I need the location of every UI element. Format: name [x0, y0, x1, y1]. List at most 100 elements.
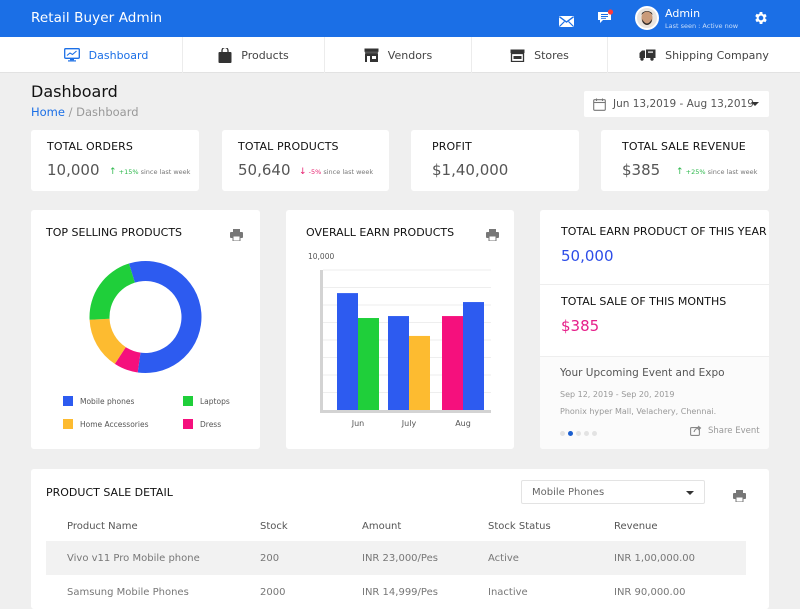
breadcrumb-home-link[interactable]: Home [31, 105, 65, 119]
stat-value: $1,40,000 [432, 161, 509, 179]
column-header[interactable]: Amount [362, 512, 488, 541]
storefront-icon [364, 48, 379, 62]
stat-value: 10,000 [47, 161, 100, 179]
event-location: Phonix hyper Mall, Velachery, Chennai. [560, 407, 717, 416]
stat-value: $385 [622, 161, 661, 179]
nav-vendors[interactable]: Vendors [325, 37, 472, 73]
column-header[interactable]: Stock Status [488, 512, 614, 541]
x-axis-label: July [401, 419, 417, 428]
cell-amount: INR 14,999/Pes [362, 586, 438, 598]
summary-card: TOTAL EARN PRODUCT OF THIS YEAR 50,000 T… [540, 210, 769, 449]
earn-year-label: TOTAL EARN PRODUCT OF THIS YEAR [561, 225, 767, 238]
x-axis [320, 410, 491, 413]
bar-jun-1[interactable] [337, 293, 358, 410]
stat-trend: ↑ +25% since last week [676, 167, 757, 177]
carousel-dot[interactable] [576, 431, 581, 436]
column-header[interactable]: Stock [260, 512, 362, 541]
upcoming-event: Your Upcoming Event and Expo Sep 12, 201… [540, 356, 769, 449]
share-event-button[interactable]: Share Event [690, 425, 760, 436]
product-sale-table: Product Name Stock Amount Stock Status R… [46, 512, 746, 609]
bar-jun-2[interactable] [358, 318, 379, 410]
donut-slice-laptops[interactable] [89, 263, 135, 320]
nav-shipping-label: Shipping Company [665, 48, 769, 62]
chat-icon[interactable] [597, 9, 614, 29]
breadcrumb: Home / Dashboard [31, 105, 139, 119]
carousel-dot[interactable] [592, 431, 597, 436]
event-title: Your Upcoming Event and Expo [560, 367, 725, 379]
bar-aug-2[interactable] [463, 302, 484, 410]
stat-label: TOTAL PRODUCTS [238, 140, 339, 153]
legend-item-home-accessories: Home Accessories [63, 419, 149, 429]
cell-stock: 2000 [260, 586, 286, 598]
legend-label: Dress [200, 419, 222, 429]
print-icon[interactable] [486, 226, 499, 245]
nav-dashboard[interactable]: Dashboard [0, 37, 183, 73]
x-axis-label: Aug [455, 419, 471, 428]
settings-gear-icon[interactable] [753, 10, 769, 30]
bar-july-1[interactable] [388, 316, 409, 410]
date-range-picker[interactable]: Jun 13,2019 - Aug 13,2019 [584, 91, 769, 117]
user-name[interactable]: Admin [665, 7, 700, 20]
legend-item-laptops: Laptops [183, 396, 230, 406]
user-status: Last seen : Active now [665, 22, 739, 30]
bar-aug-1[interactable] [442, 316, 463, 410]
chevron-down-icon [686, 491, 694, 495]
cell-stock-status: Inactive [488, 586, 528, 598]
donut-chart [89, 261, 202, 373]
column-header[interactable]: Product Name [46, 512, 260, 541]
nav-products[interactable]: Products [183, 37, 325, 73]
print-icon[interactable] [230, 226, 243, 245]
nav-dashboard-label: Dashboard [88, 48, 149, 62]
carousel-dot[interactable] [560, 431, 565, 436]
cell-revenue: INR 1,00,000.00 [614, 541, 746, 575]
category-filter-select[interactable]: Mobile Phones [521, 480, 705, 504]
top-selling-card: TOP SELLING PRODUCTS Mobile phones Lapto… [31, 210, 260, 449]
stat-value: 50,640 [238, 161, 291, 179]
sale-month-value: $385 [561, 317, 600, 335]
y-axis [320, 270, 323, 413]
bar-chart: 10,000 Jun July Aug [308, 252, 491, 428]
nav-stores[interactable]: Stores [472, 37, 608, 73]
carousel-dot[interactable] [584, 431, 589, 436]
card-title: TOP SELLING PRODUCTS [46, 226, 183, 239]
stat-card-total-orders: TOTAL ORDERS 10,000 ↑ +15% since last we… [31, 130, 199, 191]
trend-text: since last week [138, 168, 191, 176]
card-title: OVERALL EARN PRODUCTS [306, 226, 455, 239]
trend-text: since last week [321, 168, 374, 176]
sale-month-label: TOTAL SALE OF THIS MONTHS [561, 295, 727, 308]
stat-card-total-sale-revenue: TOTAL SALE REVENUE $385 ↑ +25% since las… [601, 130, 769, 191]
cell-stock: 200 [260, 541, 362, 575]
page-title: Dashboard [31, 82, 118, 101]
y-axis-tick-label: 10,000 [308, 252, 334, 261]
carousel-dot-active[interactable] [568, 431, 573, 436]
arrow-up-icon: ↑ [676, 167, 684, 177]
stat-trend: ↓ -5% since last week [299, 167, 373, 177]
nav-shipping-company[interactable]: Shipping Company [608, 37, 800, 73]
stat-label: TOTAL ORDERS [47, 140, 133, 153]
legend-item-dress: Dress [183, 419, 221, 429]
stat-label: PROFIT [432, 140, 472, 153]
legend-label: Laptops [200, 396, 230, 406]
stat-trend: ↑ +15% since last week [109, 167, 190, 177]
table-row[interactable]: Vivo v11 Pro Mobile phone 200 INR 23,000… [46, 541, 746, 575]
arrow-down-icon: ↓ [299, 167, 307, 177]
table-row[interactable]: Samsung Mobile Phones 2000 INR 14,999/Pe… [46, 575, 746, 609]
avatar[interactable] [635, 6, 659, 30]
arrow-up-icon: ↑ [109, 167, 117, 177]
breadcrumb-current: Dashboard [76, 105, 139, 119]
divider [540, 284, 769, 285]
cell-product-name: Samsung Mobile Phones [67, 586, 189, 598]
legend-swatch [63, 419, 73, 429]
stat-card-total-products: TOTAL PRODUCTS 50,640 ↓ -5% since last w… [222, 130, 389, 191]
print-icon[interactable] [733, 487, 746, 506]
bar-july-2[interactable] [409, 335, 430, 410]
x-axis-label: Jun [351, 419, 365, 428]
nav-vendors-label: Vendors [387, 48, 433, 62]
mail-icon[interactable] [559, 12, 574, 31]
table-header-row: Product Name Stock Amount Stock Status R… [46, 512, 746, 541]
trend-value: +15% [118, 168, 139, 176]
cell-revenue: INR 90,000.00 [614, 586, 686, 598]
trend-text: since last week [705, 168, 758, 176]
date-range-value: Jun 13,2019 - Aug 13,2019 [613, 98, 754, 110]
column-header[interactable]: Revenue [614, 512, 746, 541]
